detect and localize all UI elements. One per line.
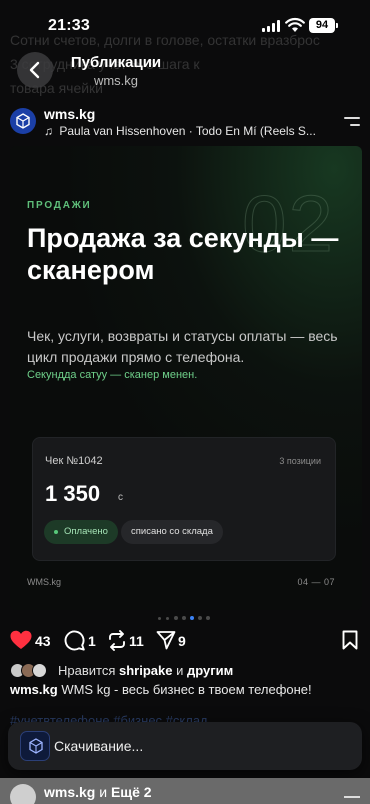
slide-brand: WMS.kg bbox=[27, 577, 62, 587]
next-post-accounts[interactable]: wms.kg и Ещё 2 bbox=[44, 784, 152, 800]
app-icon bbox=[20, 731, 50, 761]
carousel-dot-active bbox=[190, 616, 194, 620]
music-note-icon: ♫ bbox=[44, 124, 53, 138]
download-toast: Скачивание... bbox=[8, 722, 362, 770]
avatar[interactable] bbox=[10, 784, 36, 804]
post-header: wms.kg ♫ Paula van Hissenhoven · Todo En… bbox=[0, 100, 370, 144]
liked-by-conj: и bbox=[176, 663, 184, 678]
status-badge-stock: списано со склада bbox=[121, 520, 223, 544]
carousel-dot bbox=[158, 617, 161, 620]
next-post-more: Ещё 2 bbox=[110, 784, 152, 800]
receipt-card: Чек №1042 3 позиции 1 350 с Оплачено спи… bbox=[32, 437, 336, 561]
liked-by-user[interactable]: shripake bbox=[119, 663, 172, 678]
post-account-name[interactable]: wms.kg bbox=[44, 106, 95, 122]
caption-account[interactable]: wms.kg bbox=[10, 682, 58, 697]
repost-icon bbox=[109, 630, 125, 651]
cube-logo-icon bbox=[29, 738, 43, 754]
background-line: Сотни счетов, долги в голове, остатки вр… bbox=[10, 32, 320, 48]
page-title: Публикации bbox=[70, 54, 162, 71]
receipt-item-count: 3 позиции bbox=[279, 456, 321, 466]
caption-text: WMS kg - весь бизнес в твоем телефоне! bbox=[61, 682, 312, 697]
slide-description: Чек, услуги, возвраты и статусы оплаты —… bbox=[27, 328, 338, 365]
receipt-number: Чек №1042 bbox=[45, 455, 103, 467]
menu-lines-icon bbox=[344, 117, 360, 119]
like-count: 43 bbox=[35, 633, 51, 649]
receipt-currency: с bbox=[118, 492, 123, 503]
post-menu-button[interactable] bbox=[344, 117, 360, 127]
next-post-header: wms.kg и Ещё 2 bbox=[0, 778, 370, 804]
music-label: Paula van Hissenhoven · Todo En Mí (Reel… bbox=[59, 124, 316, 138]
next-post-menu-button[interactable] bbox=[344, 796, 360, 804]
liked-by-text: Нравится shripake и другим bbox=[58, 663, 233, 678]
send-icon bbox=[156, 631, 176, 650]
status-badge-paid: Оплачено bbox=[44, 520, 118, 544]
carousel-dot bbox=[198, 616, 202, 620]
carousel-dot bbox=[174, 616, 178, 620]
carousel-slide[interactable]: 02 ПРОДАЖИ Продажа за секунды — сканером… bbox=[10, 146, 362, 610]
next-post-conj: и bbox=[99, 784, 108, 800]
share-count: 9 bbox=[178, 633, 186, 649]
post-caption: wms.kg WMS kg - весь бизнес в твоем теле… bbox=[10, 682, 312, 697]
avatar[interactable] bbox=[10, 108, 36, 134]
menu-lines-icon bbox=[344, 796, 360, 798]
liked-by-prefix: Нравится bbox=[58, 663, 116, 678]
slide-headline: Продажа за секунды — сканером bbox=[27, 223, 339, 285]
music-link[interactable]: ♫ Paula van Hissenhoven · Todo En Mí (Re… bbox=[44, 124, 316, 138]
slide-eyebrow: ПРОДАЖИ bbox=[27, 200, 92, 211]
heart-icon bbox=[10, 630, 32, 649]
post-actions: 43 1 11 9 bbox=[0, 630, 370, 652]
repost-count: 11 bbox=[129, 633, 144, 649]
carousel-dot bbox=[166, 617, 169, 620]
carousel-dot bbox=[206, 616, 210, 620]
carousel-dot bbox=[182, 616, 186, 620]
page-subtitle: wms.kg bbox=[93, 73, 139, 88]
liked-by-others[interactable]: другим bbox=[187, 663, 233, 678]
slide-page-indicator: 04 — 07 bbox=[297, 577, 335, 587]
comment-bubble-icon bbox=[64, 630, 85, 651]
slide-kyrgyz-note: Секундда сатуу — сканер менен. bbox=[27, 369, 198, 381]
next-post-account: wms.kg bbox=[44, 784, 96, 800]
avatar bbox=[32, 663, 47, 678]
receipt-amount: 1 350 bbox=[45, 481, 101, 506]
bookmark-icon bbox=[342, 630, 358, 650]
cube-logo-icon bbox=[16, 113, 30, 129]
toast-message: Скачивание... bbox=[54, 738, 144, 754]
comment-count: 1 bbox=[88, 633, 96, 649]
